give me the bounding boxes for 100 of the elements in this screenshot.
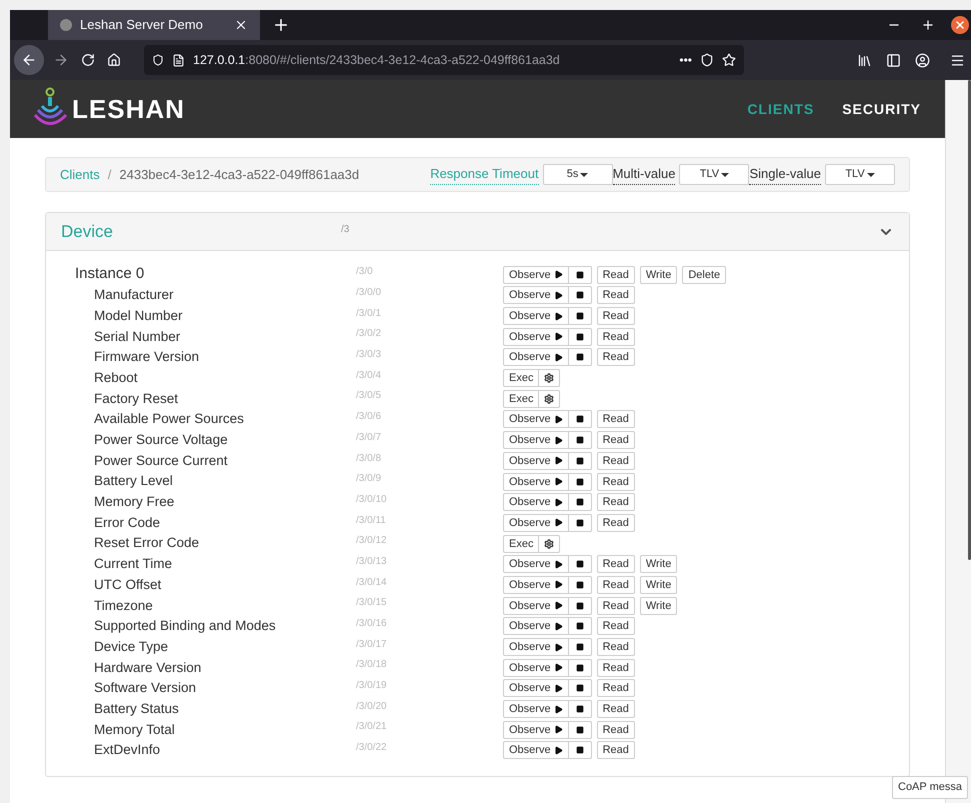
- action-button[interactable]: Read: [596, 658, 635, 677]
- stop-button[interactable]: [568, 493, 592, 512]
- stop-button[interactable]: [568, 576, 592, 594]
- action-button[interactable]: Write: [640, 596, 678, 615]
- address-bar[interactable]: 127.0.0.1:8080/#/clients/2433bec4-3e12-4ca3-a522-049ff861aa3d •••: [144, 45, 744, 75]
- new-tab-icon[interactable]: [272, 16, 290, 34]
- format-dropdown[interactable]: 5s: [542, 164, 613, 185]
- observe-button[interactable]: Observe: [503, 617, 569, 636]
- exec-button[interactable]: Exec: [503, 369, 540, 388]
- action-button[interactable]: Read: [596, 307, 635, 326]
- stop-button[interactable]: [568, 348, 592, 366]
- observe-button[interactable]: Observe: [503, 720, 569, 739]
- scrollbar-thumb[interactable]: [968, 80, 971, 560]
- observe-button[interactable]: Observe: [503, 658, 569, 677]
- stop-button[interactable]: [568, 266, 592, 284]
- action-button[interactable]: Read: [596, 596, 635, 615]
- observe-button[interactable]: Observe: [503, 596, 569, 615]
- action-button[interactable]: Read: [596, 679, 635, 698]
- observe-button[interactable]: Observe: [503, 555, 569, 574]
- exec-button[interactable]: Exec: [503, 534, 540, 553]
- stop-button[interactable]: [568, 720, 592, 739]
- action-button[interactable]: Read: [596, 576, 635, 594]
- observe-button[interactable]: Observe: [503, 266, 569, 284]
- action-button[interactable]: Read: [596, 493, 635, 512]
- action-button[interactable]: Read: [596, 431, 635, 450]
- observe-button[interactable]: Observe: [503, 700, 569, 718]
- close-tab-icon[interactable]: [234, 18, 248, 32]
- stop-button[interactable]: [568, 638, 592, 656]
- exec-options-button[interactable]: [539, 390, 560, 408]
- menu-icon[interactable]: [950, 52, 965, 68]
- home-icon[interactable]: [107, 53, 121, 67]
- exec-options-button[interactable]: [539, 369, 560, 388]
- action-button[interactable]: Read: [596, 452, 635, 470]
- observe-button[interactable]: Observe: [503, 472, 569, 491]
- observe-button[interactable]: Observe: [503, 307, 569, 326]
- stop-button[interactable]: [568, 596, 592, 615]
- stop-button[interactable]: [568, 514, 592, 532]
- observe-button[interactable]: Observe: [503, 348, 569, 366]
- stop-button[interactable]: [568, 431, 592, 450]
- observe-button[interactable]: Observe: [503, 328, 569, 346]
- observe-button[interactable]: Observe: [503, 452, 569, 470]
- stop-button[interactable]: [568, 658, 592, 677]
- observe-button[interactable]: Observe: [503, 576, 569, 594]
- object-path: /3: [341, 223, 350, 237]
- action-button[interactable]: Read: [596, 741, 635, 760]
- action-button[interactable]: Write: [640, 555, 678, 574]
- stop-button[interactable]: [568, 452, 592, 470]
- forward-icon[interactable]: [53, 52, 69, 68]
- observe-button[interactable]: Observe: [503, 410, 569, 428]
- back-button[interactable]: [14, 45, 44, 75]
- reload-icon[interactable]: [81, 53, 95, 67]
- library-icon[interactable]: [857, 52, 872, 68]
- action-button[interactable]: Delete: [682, 266, 726, 284]
- observe-button[interactable]: Observe: [503, 286, 569, 304]
- stop-button[interactable]: [568, 679, 592, 698]
- browser-tab[interactable]: Leshan Server Demo: [48, 10, 260, 40]
- play-icon: [554, 290, 563, 300]
- observe-button[interactable]: Observe: [503, 679, 569, 698]
- stop-button[interactable]: [568, 617, 592, 636]
- observe-button[interactable]: Observe: [503, 493, 569, 512]
- action-button[interactable]: Read: [596, 410, 635, 428]
- action-button[interactable]: Read: [596, 700, 635, 718]
- stop-button[interactable]: [568, 700, 592, 718]
- action-button[interactable]: Read: [596, 638, 635, 656]
- tab-title: Leshan Server Demo: [80, 16, 204, 34]
- action-button[interactable]: Read: [596, 555, 635, 574]
- stop-button[interactable]: [568, 472, 592, 491]
- observe-button[interactable]: Observe: [503, 514, 569, 532]
- stop-button[interactable]: [568, 328, 592, 346]
- action-button[interactable]: Read: [596, 617, 635, 636]
- close-window-icon[interactable]: [951, 16, 969, 34]
- observe-button[interactable]: Observe: [503, 741, 569, 760]
- exec-button[interactable]: Exec: [503, 390, 540, 408]
- action-button[interactable]: Read: [596, 720, 635, 739]
- format-dropdown[interactable]: TLV: [679, 164, 750, 185]
- format-dropdown[interactable]: TLV: [825, 164, 895, 185]
- stop-button[interactable]: [568, 307, 592, 326]
- action-button[interactable]: Write: [640, 266, 678, 284]
- sidebar-icon[interactable]: [886, 52, 901, 68]
- account-icon[interactable]: [915, 52, 930, 68]
- nav-link[interactable]: SECURITY: [828, 98, 935, 120]
- observe-button[interactable]: Observe: [503, 638, 569, 656]
- observe-button[interactable]: Observe: [503, 431, 569, 450]
- bookmark-star-icon[interactable]: [722, 53, 736, 67]
- stop-button[interactable]: [568, 410, 592, 428]
- coap-messages-button[interactable]: CoAP messa: [892, 776, 968, 798]
- maximize-icon[interactable]: [921, 18, 935, 32]
- page-actions-button[interactable]: •••: [679, 51, 692, 69]
- action-button[interactable]: Read: [596, 266, 635, 284]
- exec-options-button[interactable]: [539, 534, 560, 553]
- stop-button[interactable]: [568, 555, 592, 574]
- action-button[interactable]: Write: [640, 576, 678, 594]
- action-button[interactable]: Read: [596, 328, 635, 346]
- stop-button[interactable]: [568, 741, 592, 760]
- stop-button[interactable]: [568, 286, 592, 304]
- action-button[interactable]: Read: [596, 348, 635, 366]
- action-button[interactable]: Read: [596, 472, 635, 491]
- nav-link[interactable]: CLIENTS: [733, 98, 828, 120]
- action-button[interactable]: Read: [596, 286, 635, 304]
- action-button[interactable]: Read: [596, 514, 635, 532]
